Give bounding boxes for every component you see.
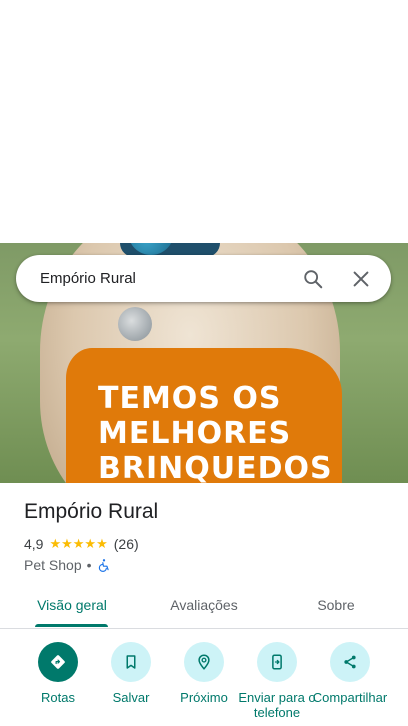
promo-line: BRINQUEDOS	[98, 451, 333, 483]
wheelchair-accessible-icon	[98, 559, 109, 572]
save-button-circle[interactable]	[111, 642, 151, 682]
tab-about[interactable]: Sobre	[290, 582, 382, 628]
map-area[interactable]	[0, 0, 408, 243]
search-button[interactable]	[295, 261, 331, 297]
search-bar[interactable]: Empório Rural	[16, 255, 391, 302]
rating-row[interactable]: 4,9 ★★★★★ (26)	[24, 536, 139, 552]
category-row: Pet Shop •	[24, 557, 111, 573]
review-count: (26)	[113, 536, 139, 552]
directions-button[interactable]: Rotas	[18, 642, 98, 705]
send-to-phone-label: Enviar para o telefone	[238, 690, 316, 720]
search-icon	[304, 269, 323, 288]
send-to-phone-icon	[272, 654, 282, 670]
rating-value: 4,9	[24, 536, 44, 552]
action-buttons: Rotas Salvar Próximo Enviar para o telef…	[0, 642, 408, 726]
place-category: Pet Shop	[24, 557, 82, 573]
collar-tag	[118, 307, 152, 341]
directions-icon	[51, 655, 65, 669]
directions-button-circle[interactable]	[38, 642, 78, 682]
nearby-button-circle[interactable]	[184, 642, 224, 682]
save-button[interactable]: Salvar	[91, 642, 171, 705]
promo-text: TEMOS OS MELHORES BRINQUEDOS	[98, 381, 358, 483]
tab-reviews[interactable]: Avaliações	[156, 582, 252, 628]
clear-button[interactable]	[343, 261, 379, 297]
save-label: Salvar	[112, 690, 150, 705]
active-tab-indicator	[35, 624, 108, 627]
share-button-circle[interactable]	[330, 642, 370, 682]
nearby-label: Próximo	[180, 690, 228, 705]
place-name: Empório Rural	[24, 500, 159, 523]
send-to-phone-button[interactable]: Enviar para o telefone	[237, 642, 317, 720]
promo-line: MELHORES	[98, 416, 292, 451]
search-query[interactable]: Empório Rural	[16, 270, 295, 287]
close-icon	[353, 271, 369, 286]
share-button[interactable]: Compartilhar	[310, 642, 390, 705]
place-tabs: Visão geral Avaliações Sobre	[0, 582, 408, 629]
share-icon	[344, 655, 356, 669]
send-to-phone-button-circle[interactable]	[257, 642, 297, 682]
nearby-icon	[198, 654, 210, 670]
bookmark-icon	[126, 655, 136, 669]
separator: •	[86, 557, 92, 573]
tab-overview[interactable]: Visão geral	[24, 582, 120, 628]
share-label: Compartilhar	[312, 690, 388, 705]
directions-label: Rotas	[41, 690, 75, 705]
promo-line: TEMOS OS	[98, 381, 282, 416]
nearby-button[interactable]: Próximo	[164, 642, 244, 705]
rating-stars: ★★★★★	[49, 536, 108, 551]
